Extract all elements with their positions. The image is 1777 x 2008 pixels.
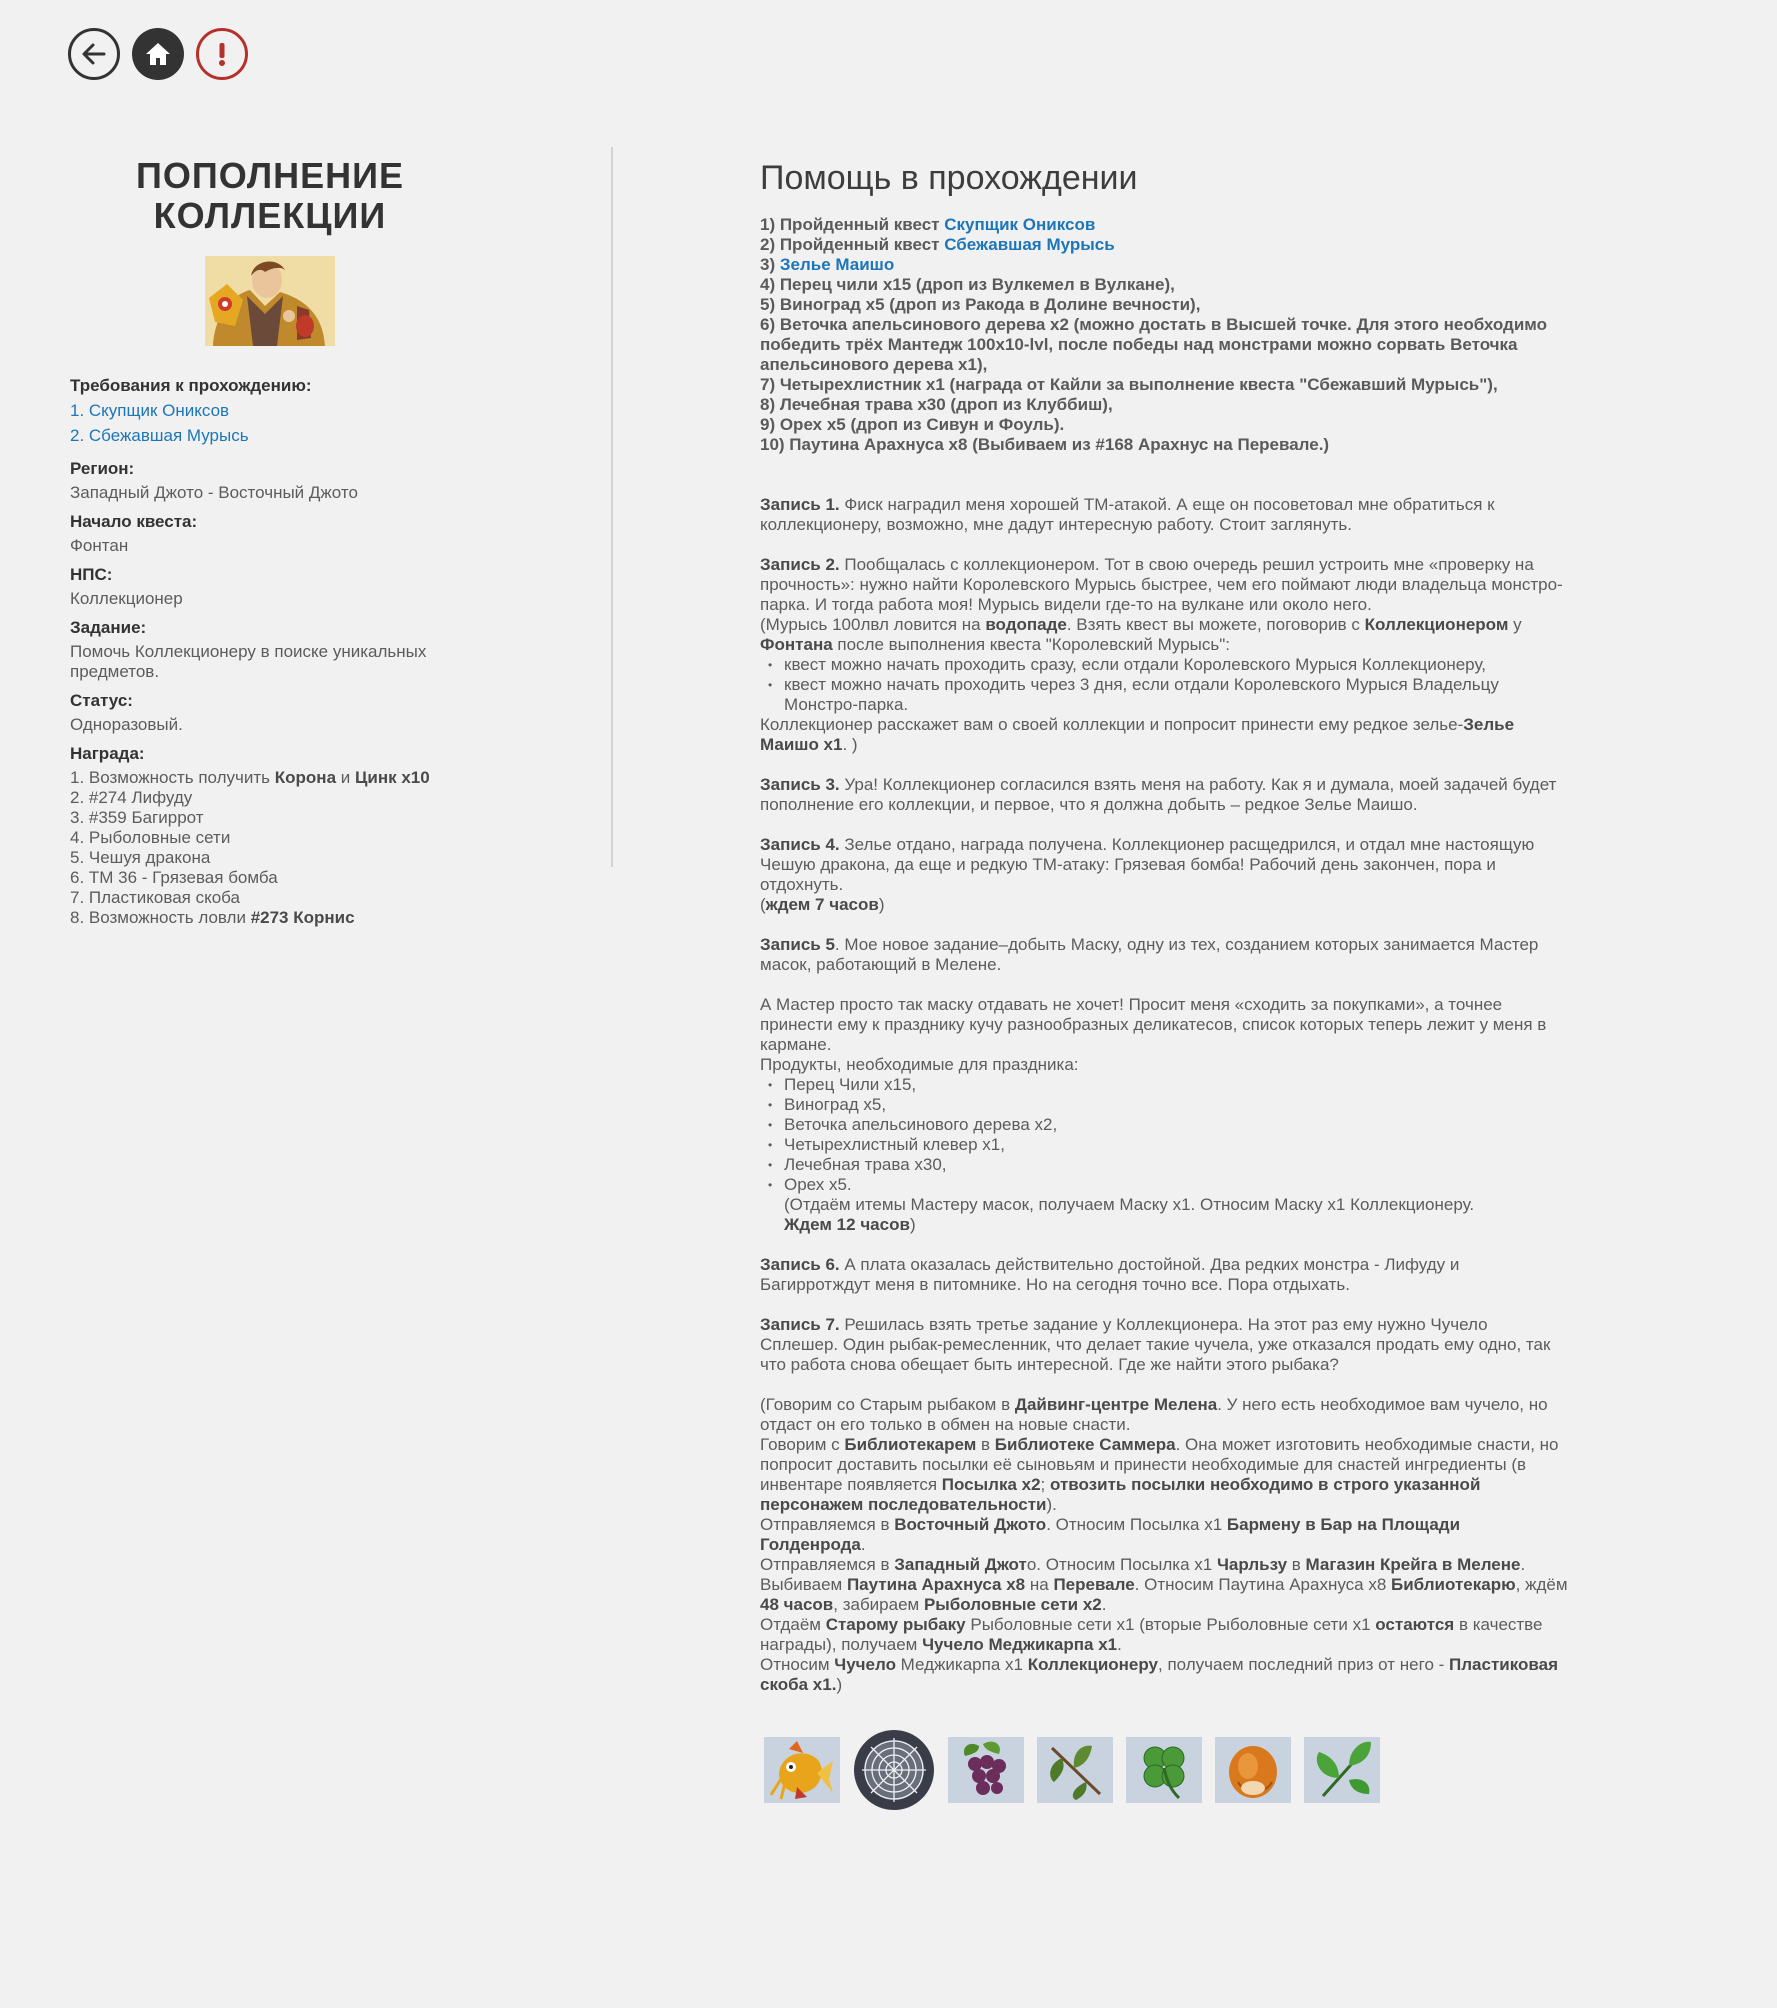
reward-item: 6. ТМ 36 - Грязевая бомба bbox=[70, 868, 278, 887]
nut-icon bbox=[1215, 1737, 1291, 1803]
reward-item: 2. #274 Лифуду bbox=[70, 788, 193, 807]
entry-5-products-title: Продукты, необходимые для праздника: bbox=[760, 1055, 1079, 1074]
orange-twig-icon bbox=[1037, 1737, 1113, 1803]
quest-title-line1: ПОПОЛНЕНИЕ bbox=[135, 155, 404, 196]
list-item: квест можно начать проходить сразу, если… bbox=[768, 655, 1570, 675]
npc-portrait-image bbox=[205, 256, 335, 346]
step-item: 8) Лечебная трава x30 (дроп из Клуббиш), bbox=[760, 395, 1113, 414]
start-value: Фонтан bbox=[70, 536, 129, 555]
guide-step-4: Отправляемся в Западный Джото. Относим П… bbox=[760, 1555, 1526, 1574]
entry-7: Запись 7. Решилась взять третье задание … bbox=[760, 1315, 1551, 1374]
guide-step-3: Отправляемся в Восточный Джото. Относим … bbox=[760, 1515, 1461, 1554]
arrow-left-icon bbox=[82, 43, 106, 65]
requirements-label: Требования к прохождению: bbox=[70, 376, 312, 395]
requirements-list: 1. Скупщик Ониксов 2. Сбежавшая Мурысь bbox=[70, 401, 470, 446]
reward-item: 4. Рыболовные сети bbox=[70, 828, 231, 847]
journal-entries: Запись 1. Фиск наградил меня хорошей ТМ-… bbox=[760, 475, 1570, 1695]
step-item: 9) Орех x5 (дроп из Сивун и Фоуль). bbox=[760, 415, 1065, 434]
entry-4-wait: (ждем 7 часов) bbox=[760, 895, 885, 914]
list-item: Четырехлистный клевер x1, bbox=[768, 1135, 1570, 1155]
list-item: Виноград x5, bbox=[768, 1095, 1570, 1115]
column-divider bbox=[611, 147, 613, 867]
magikarp-figure-icon bbox=[764, 1737, 840, 1803]
entry-2-result: Коллекционер расскажет вам о своей колле… bbox=[760, 715, 1515, 754]
requirement-link-1[interactable]: 1. Скупщик Ониксов bbox=[70, 401, 229, 420]
guide-step-1: (Говорим со Старым рыбаком в Дайвинг-цен… bbox=[760, 1395, 1548, 1434]
guide-step-7: Относим Чучело Меджикарпа x1 Коллекционе… bbox=[760, 1655, 1558, 1694]
entry-4: Запись 4. Зелье отдано, награда получена… bbox=[760, 835, 1535, 894]
list-item: Веточка апельсинового дерева x2, bbox=[768, 1115, 1570, 1135]
entry-5-story: А Мастер просто так маску отдавать не хо… bbox=[760, 995, 1547, 1054]
reward-item: 5. Чешуя дракона bbox=[70, 848, 211, 867]
step-item: 4) Перец чили x15 (дроп из Вулкемел в Ву… bbox=[760, 275, 1175, 294]
reward-item: 7. Пластиковая скоба bbox=[70, 888, 240, 907]
grapes-icon bbox=[948, 1737, 1024, 1803]
step-link-runaway-murys[interactable]: Сбежавшая Мурысь bbox=[944, 235, 1114, 254]
task-value: Помочь Коллекционеру в поиске уникальных… bbox=[70, 642, 427, 681]
step-item: 6) Веточка апельсинового дерева x2 (можн… bbox=[760, 315, 1548, 374]
region-label: Регион: bbox=[70, 459, 135, 478]
region-value: Западный Джото - Восточный Джото bbox=[70, 483, 358, 502]
entry-2-note: (Мурысь 100лвл ловится на водопаде. Взят… bbox=[760, 615, 1522, 654]
reward-label: Награда: bbox=[70, 744, 145, 763]
entry-3: Запись 3. Ура! Коллекционер согласился в… bbox=[760, 775, 1557, 814]
steps-list: 1) Пройденный квест Скупщик Ониксов 2) П… bbox=[760, 215, 1570, 455]
npc-value: Коллекционер bbox=[70, 589, 183, 608]
task-label: Задание: bbox=[70, 618, 147, 637]
reward-item: 8. Возможность ловли #273 Корнис bbox=[70, 908, 355, 927]
reward-list: 1. Возможность получить Корона и Цинк x1… bbox=[70, 768, 470, 928]
step-item: 1) Пройденный квест Скупщик Ониксов bbox=[760, 215, 1096, 234]
step-item: 10) Паутина Арахнуса x8 (Выбиваем из #16… bbox=[760, 435, 1330, 454]
entry-2-conditions: квест можно начать проходить сразу, если… bbox=[760, 655, 1570, 715]
quest-info-panel: ПОПОЛНЕНИЕ КОЛЛЕКЦИИ Требования к прохож… bbox=[70, 156, 470, 928]
quest-items-row bbox=[764, 1730, 1380, 1810]
healing-herb-icon bbox=[1304, 1737, 1380, 1803]
home-icon bbox=[146, 43, 170, 65]
spider-web-icon bbox=[853, 1730, 935, 1810]
step-link-potion[interactable]: Зелье Маишо bbox=[780, 255, 894, 274]
home-button[interactable] bbox=[132, 28, 184, 80]
step-item: 7) Четырехлистник x1 (награда от Кайли з… bbox=[760, 375, 1498, 394]
list-item: Лечебная трава x30, bbox=[768, 1155, 1570, 1175]
back-button[interactable] bbox=[68, 28, 120, 80]
entry-5-note: (Отдаём итемы Мастеру масок, получаем Ма… bbox=[784, 1195, 1475, 1234]
status-label: Статус: bbox=[70, 691, 133, 710]
reward-item: 1. Возможность получить Корона и Цинк x1… bbox=[70, 768, 430, 787]
top-nav bbox=[68, 28, 248, 80]
step-item: 5) Виноград x5 (дроп из Ракода в Долине … bbox=[760, 295, 1201, 314]
step-link-onyx-buyer[interactable]: Скупщик Ониксов bbox=[944, 215, 1095, 234]
quest-title-line2: КОЛЛЕКЦИИ bbox=[153, 195, 387, 236]
start-label: Начало квеста: bbox=[70, 512, 198, 531]
list-item: Перец Чили x15, bbox=[768, 1075, 1570, 1095]
entry-2: Запись 2. Пообщалась с коллекционером. Т… bbox=[760, 555, 1563, 614]
walkthrough-title: Помощь в прохождении bbox=[760, 159, 1138, 197]
npc-label: НПС: bbox=[70, 565, 113, 584]
exclamation-icon bbox=[219, 43, 225, 66]
guide-step-5: Выбиваем Паутина Арахнуса x8 на Перевале… bbox=[760, 1575, 1568, 1614]
guide-step-6: Отдаём Старому рыбаку Рыболовные сети x1… bbox=[760, 1615, 1543, 1654]
entry-6: Запись 6. А плата оказалась действительн… bbox=[760, 1255, 1460, 1294]
report-button[interactable] bbox=[196, 28, 248, 80]
step-item: 2) Пройденный квест Сбежавшая Мурысь bbox=[760, 235, 1115, 254]
entry-5: Запись 5. Мое новое задание–добыть Маску… bbox=[760, 935, 1539, 974]
quest-title: ПОПОЛНЕНИЕ КОЛЛЕКЦИИ bbox=[70, 156, 470, 236]
entry-1: Запись 1. Фиск наградил меня хорошей ТМ-… bbox=[760, 495, 1495, 534]
list-item: квест можно начать проходить через 3 дня… bbox=[768, 675, 1570, 715]
step-item: 3) Зелье Маишо bbox=[760, 255, 895, 274]
walkthrough-panel: Помощь в прохождении 1) Пройденный квест… bbox=[760, 158, 1570, 1695]
reward-item: 3. #359 Багиррот bbox=[70, 808, 204, 827]
entry-5-products: Перец Чили x15, Виноград x5, Веточка апе… bbox=[760, 1075, 1570, 1195]
requirement-link-2[interactable]: 2. Сбежавшая Мурысь bbox=[70, 426, 249, 445]
guide-step-2: Говорим с Библиотекарем в Библиотеке Сам… bbox=[760, 1435, 1559, 1514]
status-value: Одноразовый. bbox=[70, 715, 183, 734]
four-leaf-clover-icon bbox=[1126, 1737, 1202, 1803]
list-item: Орех x5. bbox=[768, 1175, 1570, 1195]
